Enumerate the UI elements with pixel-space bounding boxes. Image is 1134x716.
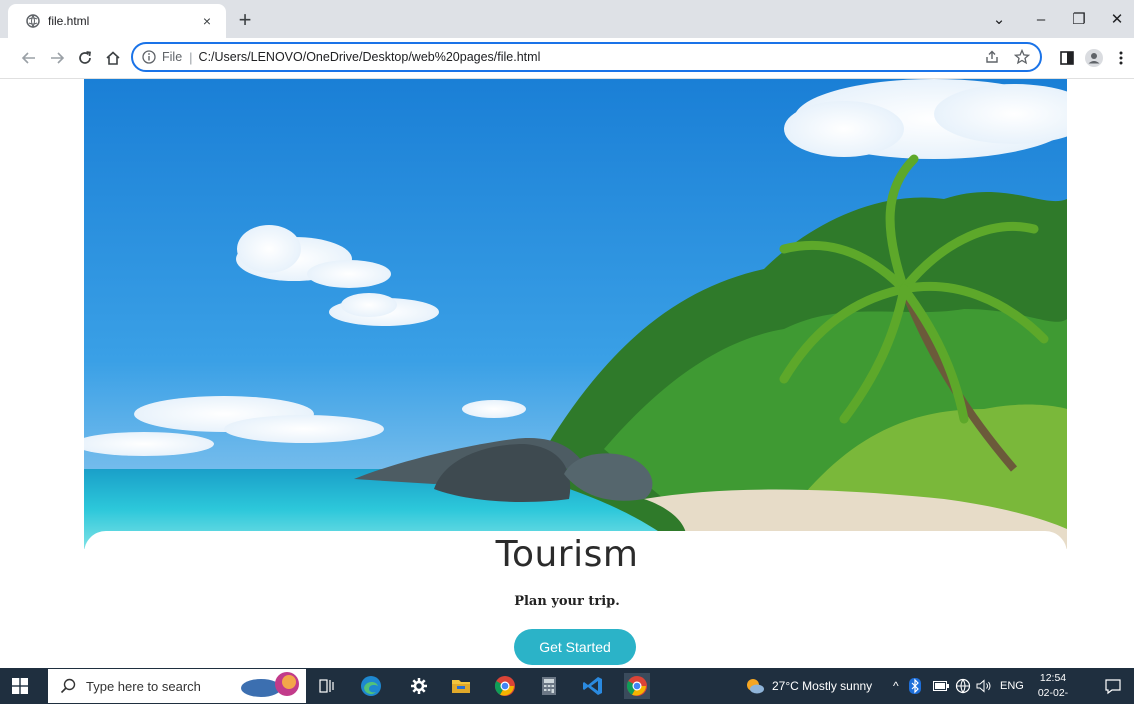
taskbar-clock[interactable]: 12:54 02-02-2024 xyxy=(1028,671,1078,716)
bluetooth-icon[interactable] xyxy=(907,673,923,699)
weather-icon[interactable] xyxy=(742,673,768,699)
clock-time: 12:54 xyxy=(1039,672,1067,684)
page-title: Tourism xyxy=(495,534,639,575)
calculator-icon[interactable] xyxy=(536,673,562,699)
windows-start-icon[interactable] xyxy=(12,678,28,694)
weather-text[interactable]: 27°C Mostly sunny xyxy=(772,668,872,704)
battery-icon[interactable] xyxy=(932,673,950,699)
address-bar[interactable]: File | C:/Users/LENOVO/OneDrive/Desktop/… xyxy=(131,42,1042,72)
globe-icon xyxy=(26,14,40,28)
settings-gear-icon[interactable] xyxy=(406,673,432,699)
search-placeholder: Type here to search xyxy=(86,678,201,694)
network-globe-icon[interactable] xyxy=(953,673,973,699)
tab-title: file.html xyxy=(48,14,90,28)
language-indicator[interactable]: ENG xyxy=(1000,668,1024,704)
chrome-active-icon[interactable] xyxy=(624,673,650,699)
bookmark-star-icon[interactable] xyxy=(1012,47,1032,67)
tab-file-html[interactable]: file.html × xyxy=(8,4,226,38)
profile-avatar-icon[interactable] xyxy=(1083,47,1105,69)
tab-search-button[interactable]: ⌄ xyxy=(984,6,1014,32)
restore-button[interactable]: ❐ xyxy=(1064,6,1094,32)
browser-tab-strip: file.html × + ⌄ – ❐ ✕ xyxy=(0,0,1134,38)
back-arrow-icon[interactable] xyxy=(18,47,40,69)
new-tab-button[interactable]: + xyxy=(232,7,258,33)
home-icon[interactable] xyxy=(102,47,124,69)
url-text[interactable]: C:/Users/LENOVO/OneDrive/Desktop/web%20p… xyxy=(199,50,982,64)
notifications-icon[interactable] xyxy=(1104,677,1122,695)
url-scheme-label: File xyxy=(162,50,183,64)
forward-arrow-icon[interactable] xyxy=(46,47,68,69)
info-icon[interactable] xyxy=(142,50,156,64)
share-icon[interactable] xyxy=(982,47,1002,67)
chevron-up-icon[interactable]: ^ xyxy=(893,668,899,704)
vscode-icon[interactable] xyxy=(580,673,606,699)
search-highlight-icon[interactable] xyxy=(238,672,306,699)
reload-icon[interactable] xyxy=(74,47,96,69)
task-view-icon[interactable] xyxy=(314,673,340,699)
minimize-button[interactable]: – xyxy=(1026,6,1056,32)
clock-date: 02-02-2024 xyxy=(1037,687,1069,714)
menu-kebab-icon[interactable] xyxy=(1110,47,1132,69)
tab-close-button[interactable]: × xyxy=(196,10,218,32)
edge-browser-icon[interactable] xyxy=(358,673,384,699)
url-separator: | xyxy=(189,49,193,65)
chrome-icon[interactable] xyxy=(492,673,518,699)
get-started-button[interactable]: Get Started xyxy=(514,629,636,665)
side-panel-icon[interactable] xyxy=(1056,47,1078,69)
file-explorer-icon[interactable] xyxy=(448,673,474,699)
page-subtitle: Plan your trip. xyxy=(514,594,620,609)
volume-icon[interactable] xyxy=(975,673,993,699)
windows-taskbar: Type here to search 27°C Mostly sunny ^ xyxy=(0,668,1134,714)
close-window-button[interactable]: ✕ xyxy=(1102,6,1132,32)
web-page: Tourism Plan your trip. Get Started xyxy=(0,79,1134,668)
hero-beach-image xyxy=(84,79,1067,549)
browser-toolbar: File | C:/Users/LENOVO/OneDrive/Desktop/… xyxy=(0,38,1134,79)
search-icon xyxy=(60,678,76,694)
